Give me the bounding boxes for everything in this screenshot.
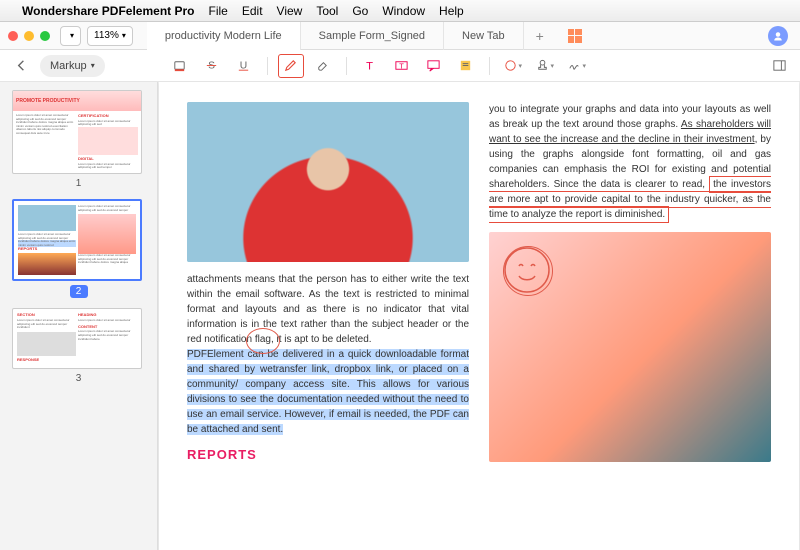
document-viewport[interactable]: attachments means that the person has to… [158, 82, 800, 550]
page-thumbnail-2[interactable]: Lorem ipsum dolor sit amet consectetur a… [12, 199, 142, 281]
right-column: you to integrate your graphs and data in… [489, 102, 771, 472]
back-button[interactable] [8, 54, 34, 78]
annotation-toolbar: Markup▾ S U T T ▾ ▾ ▾ [0, 50, 800, 82]
macos-menubar: Wondershare PDFelement Pro File Edit Vie… [0, 0, 800, 22]
grid-view-icon[interactable] [568, 29, 582, 43]
zoom-dropdown[interactable]: 113%▾ [87, 26, 133, 46]
tab-new[interactable]: New Tab [444, 22, 524, 50]
textbox-tool[interactable]: T [389, 54, 415, 78]
photo-lightbulb-hand [489, 232, 771, 462]
highlight-tool[interactable] [167, 54, 193, 78]
page-thumbnail-1[interactable]: PROMOTE PRODUCTIVITY Lorem ipsum dolor s… [12, 90, 142, 174]
page-number-1: 1 [12, 178, 145, 189]
app-name[interactable]: Wondershare PDFelement Pro [22, 4, 195, 18]
circled-word: flag, [255, 334, 274, 345]
signature-tool[interactable]: ▾ [564, 54, 590, 78]
photo-man-laughing [187, 102, 469, 262]
eraser-tool[interactable] [310, 54, 336, 78]
document-tabs: productivity Modern Life Sample Form_Sig… [147, 22, 768, 50]
page-number-3: 3 [12, 373, 145, 384]
svg-text:U: U [240, 60, 247, 71]
menu-help[interactable]: Help [439, 4, 464, 18]
svg-text:T: T [366, 60, 373, 72]
menu-file[interactable]: File [209, 4, 228, 18]
traffic-lights [8, 31, 50, 41]
mode-dropdown[interactable]: Markup▾ [40, 55, 105, 77]
user-avatar[interactable] [768, 26, 788, 46]
separator [346, 57, 347, 75]
menu-edit[interactable]: Edit [242, 4, 263, 18]
separator [489, 57, 490, 75]
zoom-value: 113% [94, 30, 119, 41]
menu-window[interactable]: Window [382, 4, 425, 18]
window-titlebar: ▾ 113%▾ productivity Modern Life Sample … [0, 22, 800, 50]
thumbnail-sidebar[interactable]: PROMOTE PRODUCTIVITY Lorem ipsum dolor s… [0, 82, 158, 550]
callout-tool[interactable] [421, 54, 447, 78]
menu-tool[interactable]: Tool [316, 4, 338, 18]
document-page: attachments means that the person has to… [159, 82, 799, 550]
note-tool[interactable] [453, 54, 479, 78]
minimize-window-icon[interactable] [24, 31, 34, 41]
menu-go[interactable]: Go [352, 4, 368, 18]
tab-productivity[interactable]: productivity Modern Life [147, 22, 301, 50]
smiley-annotation-icon [503, 246, 551, 294]
page-number-2: 2 [70, 285, 88, 298]
add-tab-button[interactable]: + [524, 28, 556, 44]
maximize-window-icon[interactable] [40, 31, 50, 41]
close-window-icon[interactable] [8, 31, 18, 41]
left-column: attachments means that the person has to… [187, 102, 469, 472]
underline-tool[interactable]: U [231, 54, 257, 78]
page-thumbnail-3[interactable]: SECTIONLorem ipsum dolor sit amet consec… [12, 308, 142, 368]
shape-tool[interactable]: ▾ [500, 54, 526, 78]
text-tool[interactable]: T [357, 54, 383, 78]
panel-toggle-button[interactable]: ▾ [60, 26, 81, 46]
properties-panel-icon[interactable] [766, 54, 792, 78]
strikethrough-tool[interactable]: S [199, 54, 225, 78]
svg-text:T: T [399, 61, 404, 70]
pencil-tool[interactable] [278, 54, 304, 78]
main-area: PROMOTE PRODUCTIVITY Lorem ipsum dolor s… [0, 82, 800, 550]
section-heading-reports: REPORTS [187, 445, 469, 465]
tab-sample-form[interactable]: Sample Form_Signed [301, 22, 444, 50]
menu-view[interactable]: View [277, 4, 303, 18]
stamp-tool[interactable]: ▾ [532, 54, 558, 78]
highlighted-text: PDFElement can be delivered in a quick d… [187, 349, 469, 435]
separator [267, 57, 268, 75]
